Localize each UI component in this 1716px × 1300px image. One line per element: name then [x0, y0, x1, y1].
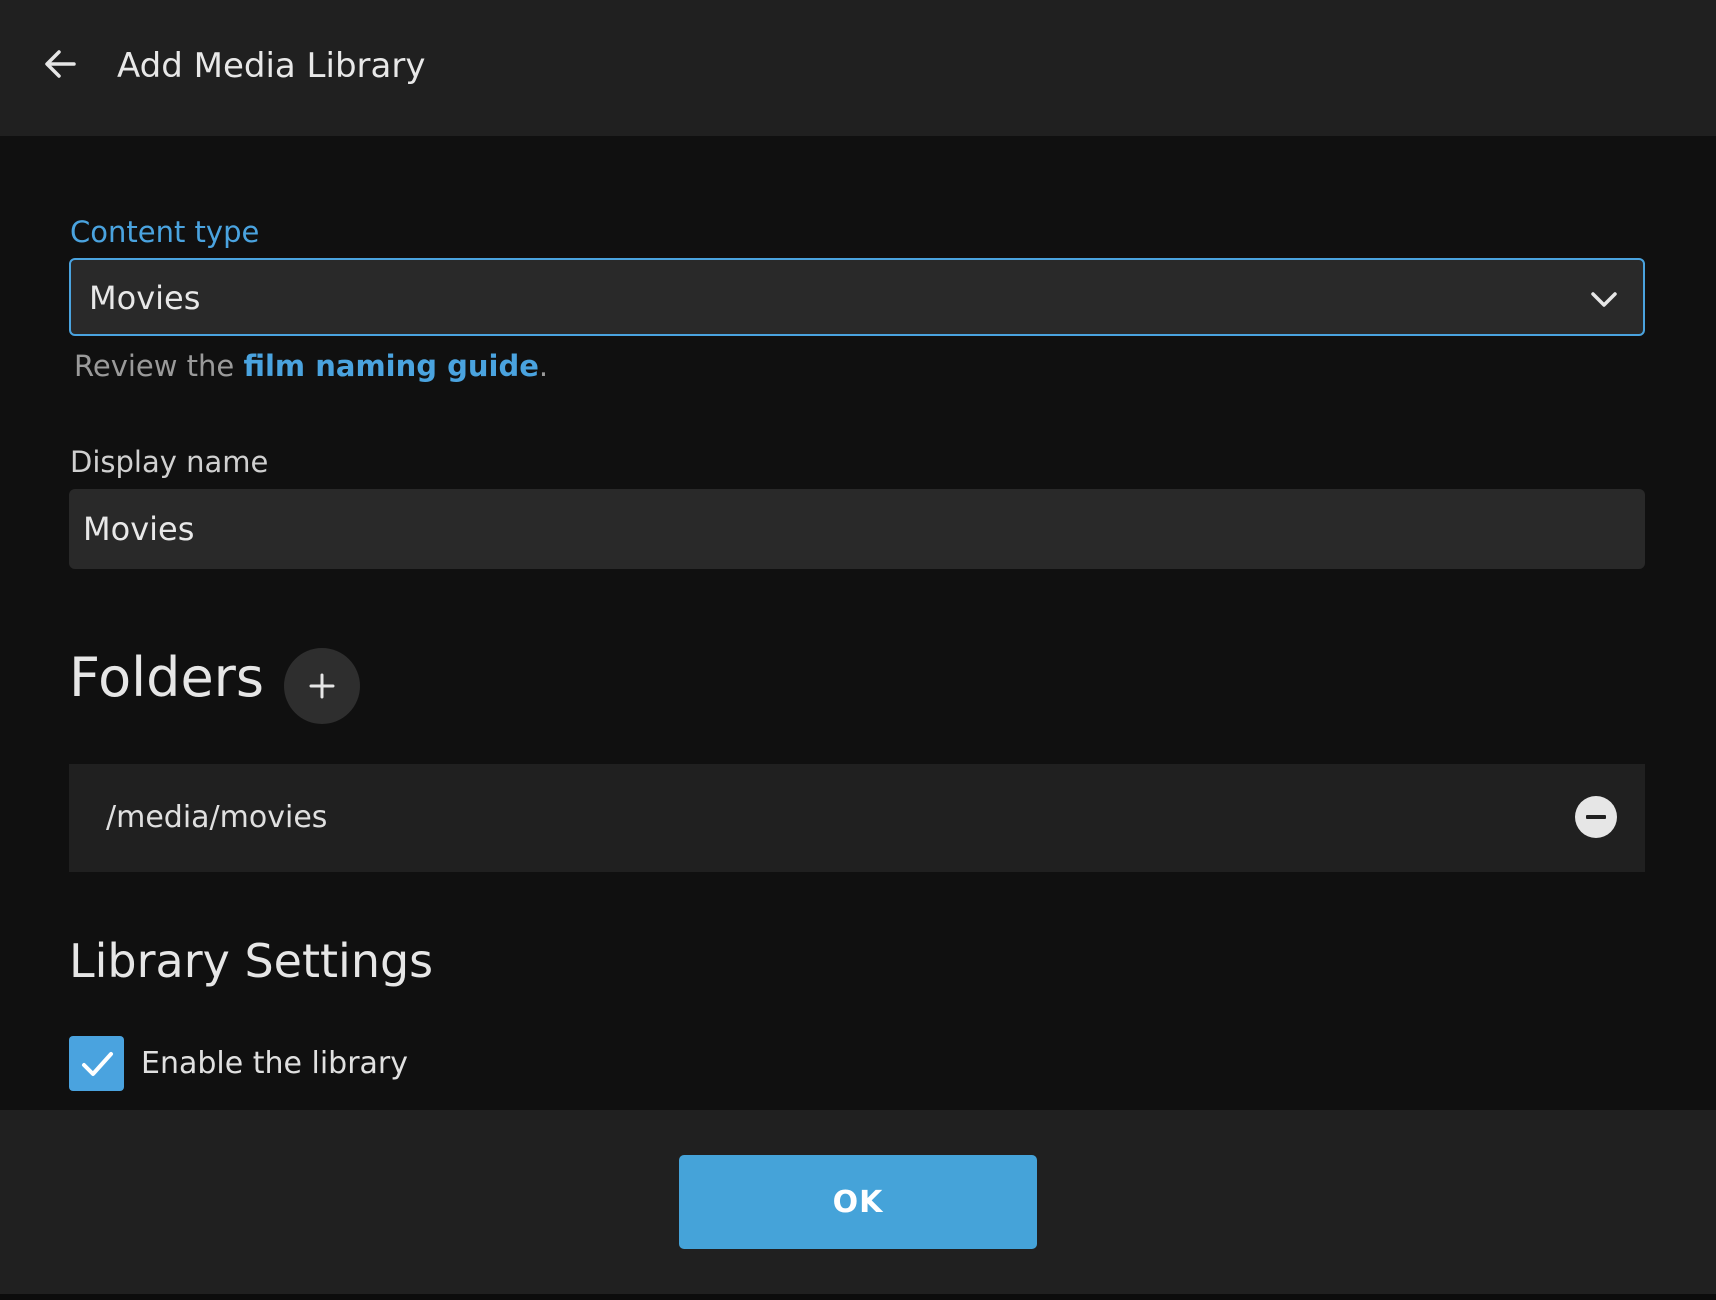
enable-library-checkbox[interactable] [69, 1036, 124, 1091]
chevron-down-icon [1591, 292, 1617, 307]
library-settings-heading: Library Settings [69, 934, 434, 988]
help-suffix: . [538, 349, 549, 383]
main-content: Content type Movies Review the film nami… [0, 136, 1716, 1110]
folder-path: /media/movies [106, 800, 328, 835]
add-folder-button[interactable] [284, 648, 360, 724]
footer-bar: OK [0, 1110, 1716, 1294]
film-naming-guide-link[interactable]: film naming guide [244, 349, 539, 383]
remove-folder-button[interactable] [1575, 796, 1617, 838]
back-button[interactable] [36, 40, 84, 88]
page-title: Add Media Library [117, 46, 426, 86]
folder-list-item: /media/movies [69, 764, 1645, 872]
help-prefix: Review the [74, 349, 244, 383]
naming-help-text: Review the film naming guide. [74, 348, 548, 384]
minus-circle-icon [1575, 796, 1617, 838]
enable-library-label: Enable the library [141, 1046, 409, 1081]
header-bar: Add Media Library [0, 0, 1716, 136]
display-name-input[interactable] [69, 489, 1645, 569]
checkmark-icon [81, 1051, 113, 1076]
display-name-label: Display name [70, 445, 269, 479]
plus-icon [309, 673, 335, 699]
ok-button[interactable]: OK [679, 1155, 1037, 1249]
arrow-left-icon [45, 50, 76, 78]
content-type-value: Movies [89, 279, 201, 317]
content-type-select[interactable]: Movies [69, 258, 1645, 336]
bottom-edge [0, 1294, 1716, 1300]
folders-heading: Folders [69, 646, 265, 709]
content-type-label: Content type [70, 215, 260, 249]
